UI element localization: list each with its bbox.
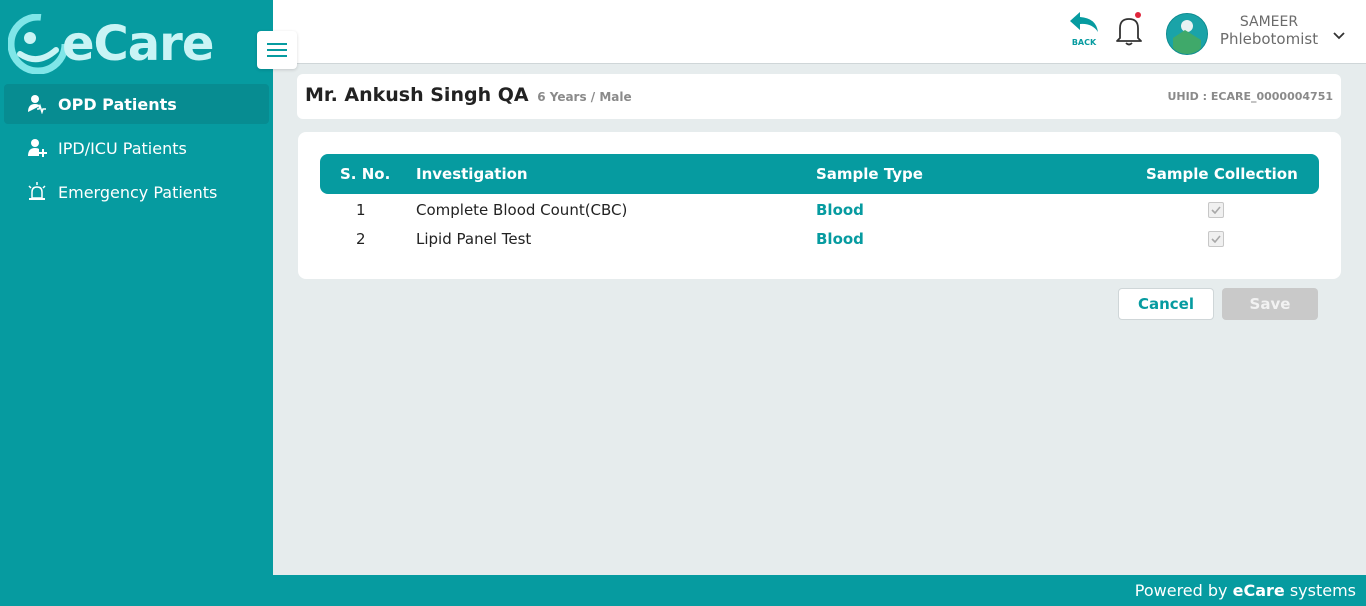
logo-text: eCare	[62, 16, 214, 72]
menu-toggle-button[interactable]	[257, 31, 297, 69]
user-info: SAMEER Phlebotomist	[1215, 14, 1323, 48]
sidebar-item-opd-patients[interactable]: OPD Patients	[4, 84, 269, 124]
top-bar: BACK SAMEER Phlebotomist	[273, 0, 1366, 64]
column-header-sno: S. No.	[340, 165, 391, 183]
row-sample-type: Blood	[816, 201, 864, 219]
sample-collection-checkbox[interactable]	[1208, 231, 1224, 247]
row-investigation: Complete Blood Count(CBC)	[416, 201, 628, 219]
footer-suffix: systems	[1284, 581, 1356, 600]
row-sample-type: Blood	[816, 230, 864, 248]
patient-name: Mr. Ankush Singh QA	[305, 84, 529, 106]
user-menu-toggle[interactable]	[1333, 25, 1345, 44]
footer: Powered by eCare systems	[273, 575, 1366, 606]
chevron-down-icon	[1333, 32, 1345, 40]
notification-dot	[1135, 12, 1141, 18]
footer-prefix: Powered by	[1134, 581, 1233, 600]
cancel-button[interactable]: Cancel	[1118, 288, 1214, 320]
footer-text: Powered by eCare systems	[1135, 581, 1356, 600]
table-row: 2 Lipid Panel Test Blood	[320, 227, 1319, 251]
user-add-icon	[26, 137, 48, 159]
check-icon	[1211, 235, 1221, 243]
patient-info-card: Mr. Ankush Singh QA 6 Years / Male UHID …	[297, 74, 1341, 119]
back-arrow-icon	[1070, 12, 1098, 32]
row-investigation: Lipid Panel Test	[416, 230, 532, 248]
user-pulse-icon	[26, 93, 48, 115]
sidebar: eCare OPD Patients IPD/ICU Patients Emer…	[0, 0, 273, 606]
sidebar-item-ipd-icu-patients[interactable]: IPD/ICU Patients	[4, 128, 269, 168]
row-sno: 1	[356, 201, 366, 219]
table-row: 1 Complete Blood Count(CBC) Blood	[320, 198, 1319, 222]
patient-age-gender: 6 Years / Male	[537, 90, 632, 104]
table-header: S. No. Investigation Sample Type Sample …	[320, 154, 1319, 194]
avatar-image-icon	[1167, 14, 1207, 54]
check-icon	[1211, 206, 1221, 214]
siren-icon	[26, 181, 48, 203]
user-role: Phlebotomist	[1219, 30, 1319, 48]
patient-name-line: Mr. Ankush Singh QA 6 Years / Male	[305, 84, 632, 106]
user-name: SAMEER	[1239, 14, 1299, 30]
notifications-button[interactable]	[1116, 12, 1142, 50]
hamburger-icon	[267, 43, 287, 57]
column-header-sample-type: Sample Type	[816, 165, 923, 183]
sidebar-item-label: Emergency Patients	[58, 182, 218, 202]
column-header-sample-collection: Sample Collection	[1146, 165, 1298, 183]
logo-mark-icon	[8, 14, 68, 74]
footer-brand: eCare	[1232, 581, 1285, 600]
sidebar-nav: OPD Patients IPD/ICU Patients Emergency …	[4, 84, 269, 216]
column-header-investigation: Investigation	[416, 165, 528, 183]
sample-collection-checkbox[interactable]	[1208, 202, 1224, 218]
sidebar-item-label: IPD/ICU Patients	[58, 138, 187, 158]
patient-uhid: UHID : ECARE_0000004751	[1167, 90, 1333, 103]
back-button[interactable]: BACK	[1067, 10, 1101, 47]
investigation-table-card: S. No. Investigation Sample Type Sample …	[298, 132, 1341, 279]
bell-icon	[1116, 18, 1142, 46]
save-button[interactable]: Save	[1222, 288, 1318, 320]
avatar[interactable]	[1166, 13, 1208, 55]
back-label: BACK	[1071, 38, 1097, 47]
row-sno: 2	[356, 230, 366, 248]
sidebar-item-label: OPD Patients	[58, 94, 177, 114]
sidebar-item-emergency-patients[interactable]: Emergency Patients	[4, 172, 269, 212]
logo: eCare	[8, 12, 252, 74]
